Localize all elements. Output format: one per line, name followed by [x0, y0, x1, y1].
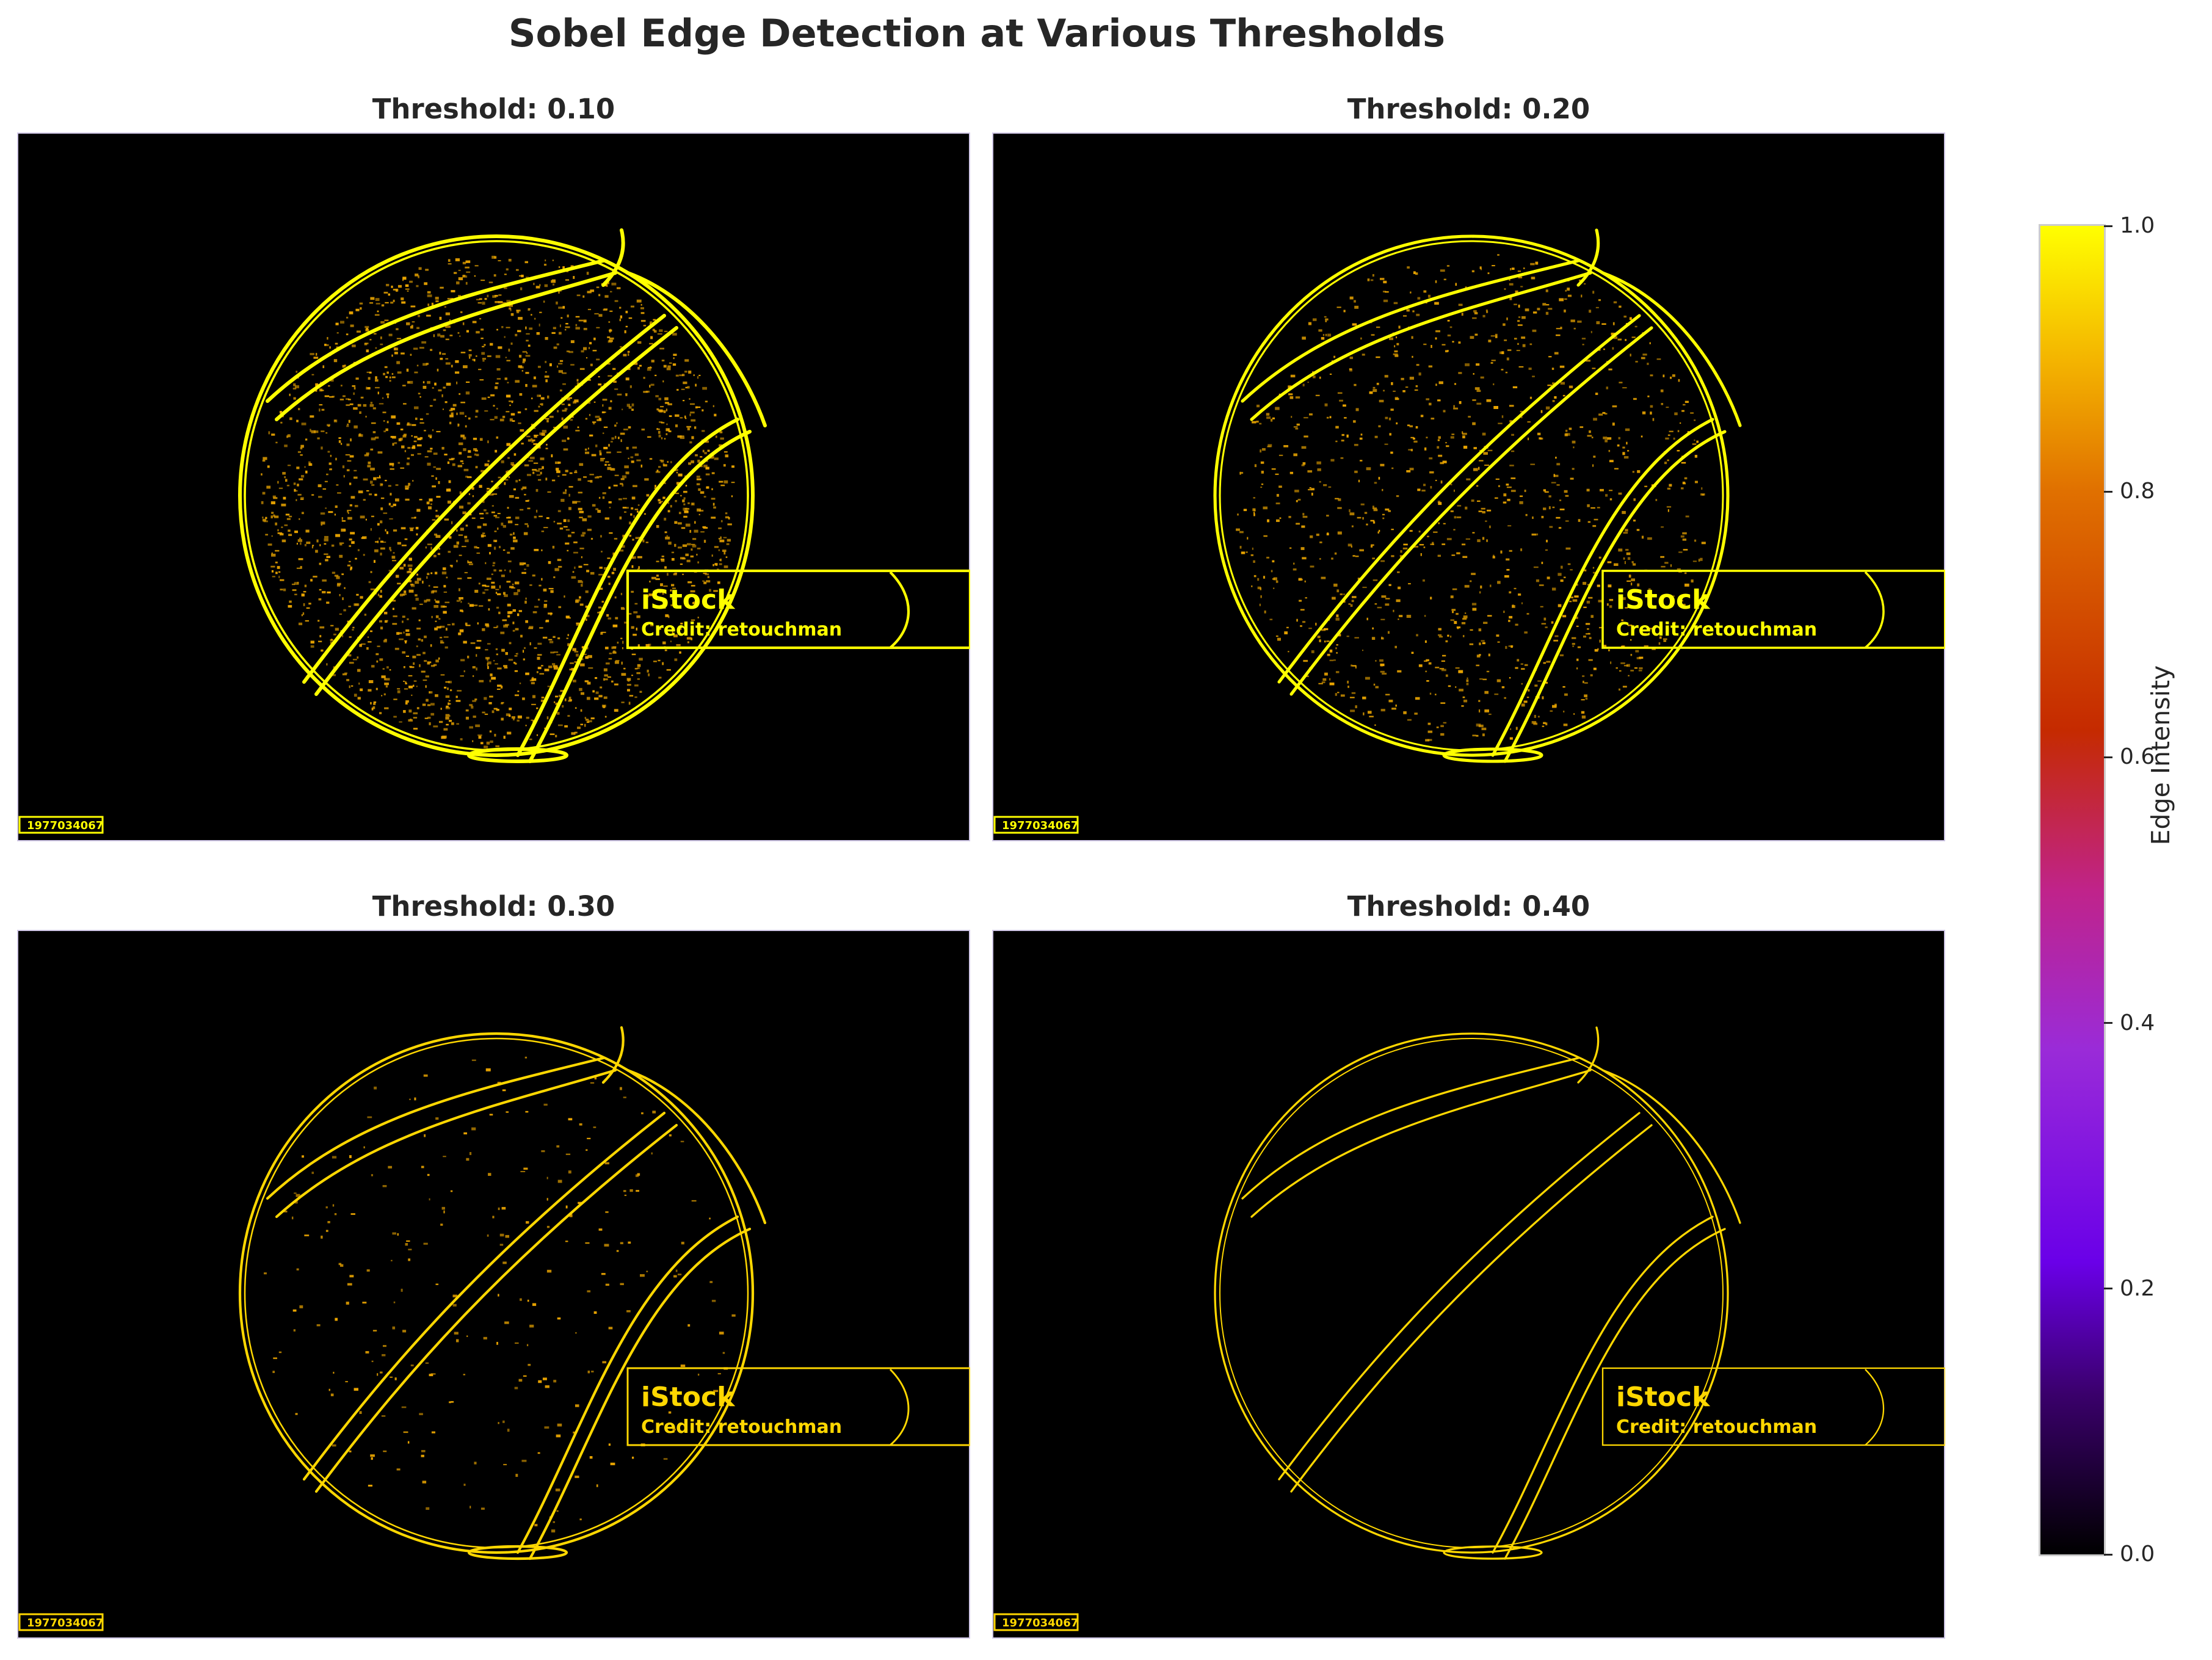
colorbar-tick — [2104, 756, 2112, 758]
edge-image-010: iStock Credit: retouchman 1977034067 — [17, 132, 970, 841]
colorbar — [2039, 224, 2106, 1556]
colorbar-tick-label: 0.0 — [2120, 1542, 2155, 1567]
watermark-brand: iStock — [1616, 584, 1711, 615]
edge-image-020: iStock Credit: retouchman 1977034067 — [992, 132, 1945, 841]
panel-title: Threshold: 0.20 — [1347, 93, 1590, 125]
edge-image-030: iStock Credit: retouchman 1977034067 — [17, 930, 970, 1639]
watermark-credit: Credit: retouchman — [641, 1416, 842, 1438]
id-tag-text: 1977034067 — [27, 1617, 103, 1629]
colorbar-tick — [2104, 225, 2112, 227]
colorbar-tick-label: 0.2 — [2120, 1275, 2155, 1301]
id-tag-text: 1977034067 — [1002, 1617, 1078, 1629]
colorbar-tick-label: 1.0 — [2120, 213, 2155, 238]
colorbar-tick-label: 0.8 — [2120, 479, 2155, 504]
colorbar-tick-label: 0.4 — [2120, 1010, 2155, 1035]
id-tag-text: 1977034067 — [27, 819, 103, 832]
panel-title: Threshold: 0.30 — [372, 890, 615, 922]
watermark-brand: iStock — [1616, 1382, 1711, 1413]
edge-image-040: iStock Credit: retouchman 1977034067 — [992, 930, 1945, 1639]
colorbar-tick — [2104, 1288, 2112, 1290]
colorbar-tick — [2104, 1022, 2112, 1024]
colorbar-tick — [2104, 490, 2112, 493]
watermark-credit: Credit: retouchman — [641, 619, 842, 640]
watermark-brand: iStock — [641, 584, 736, 615]
watermark-credit: Credit: retouchman — [1616, 1416, 1817, 1438]
colorbar-tick — [2104, 1553, 2112, 1556]
panel-title: Threshold: 0.10 — [372, 93, 615, 125]
figure-title: Sobel Edge Detection at Various Threshol… — [508, 11, 1446, 56]
watermark-brand: iStock — [641, 1382, 736, 1413]
id-tag-text: 1977034067 — [1002, 819, 1078, 832]
watermark-credit: Credit: retouchman — [1616, 619, 1817, 640]
panel-title: Threshold: 0.40 — [1347, 890, 1590, 922]
colorbar-label: Edge Intensity — [2146, 665, 2175, 846]
